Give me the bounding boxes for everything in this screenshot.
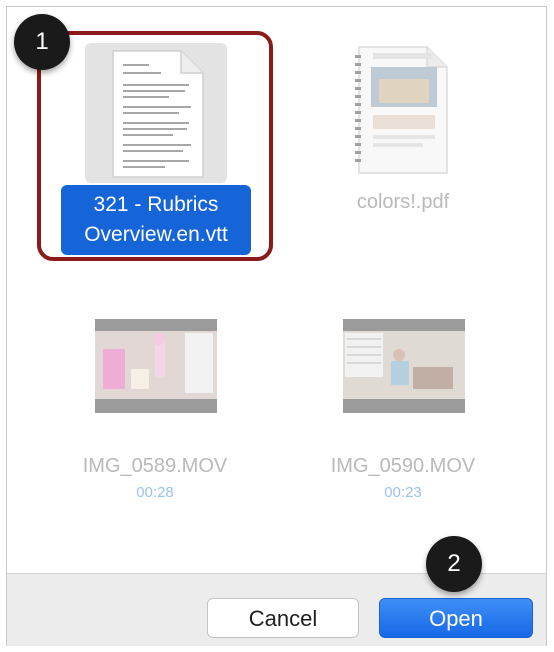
step-callout-1: 1 (14, 14, 70, 70)
selected-file-name: 321 - Rubrics Overview.en.vtt (61, 185, 251, 255)
video-duration: 00:23 (384, 484, 422, 501)
file-name-line2: Overview.en.vtt (84, 223, 228, 246)
pdf-document-icon (355, 46, 448, 174)
open-button[interactable]: Open (379, 598, 533, 638)
file-name: IMG_0590.MOV (330, 455, 476, 477)
video-thumbnail (343, 319, 465, 413)
text-document-icon (112, 50, 204, 178)
file-name: IMG_0589.MOV (82, 455, 228, 477)
file-item-img-0589[interactable]: IMG_0589.MOV 00:28 (55, 319, 255, 501)
file-name: colors!.pdf (356, 191, 450, 213)
file-item-rubrics-vtt[interactable]: 321 - Rubrics Overview.en.vtt (37, 31, 273, 261)
step-callout-2: 2 (426, 536, 482, 592)
file-grid: 321 - Rubrics Overview.en.vtt colors!.pd… (7, 7, 546, 567)
file-name-line1: 321 - Rubrics (93, 193, 219, 216)
cancel-button[interactable]: Cancel (207, 598, 359, 638)
file-item-colors-pdf[interactable]: colors!.pdf (323, 39, 483, 239)
video-duration: 00:28 (136, 484, 174, 501)
video-thumbnail (95, 319, 217, 413)
file-item-img-0590[interactable]: IMG_0590.MOV 00:23 (303, 319, 503, 501)
